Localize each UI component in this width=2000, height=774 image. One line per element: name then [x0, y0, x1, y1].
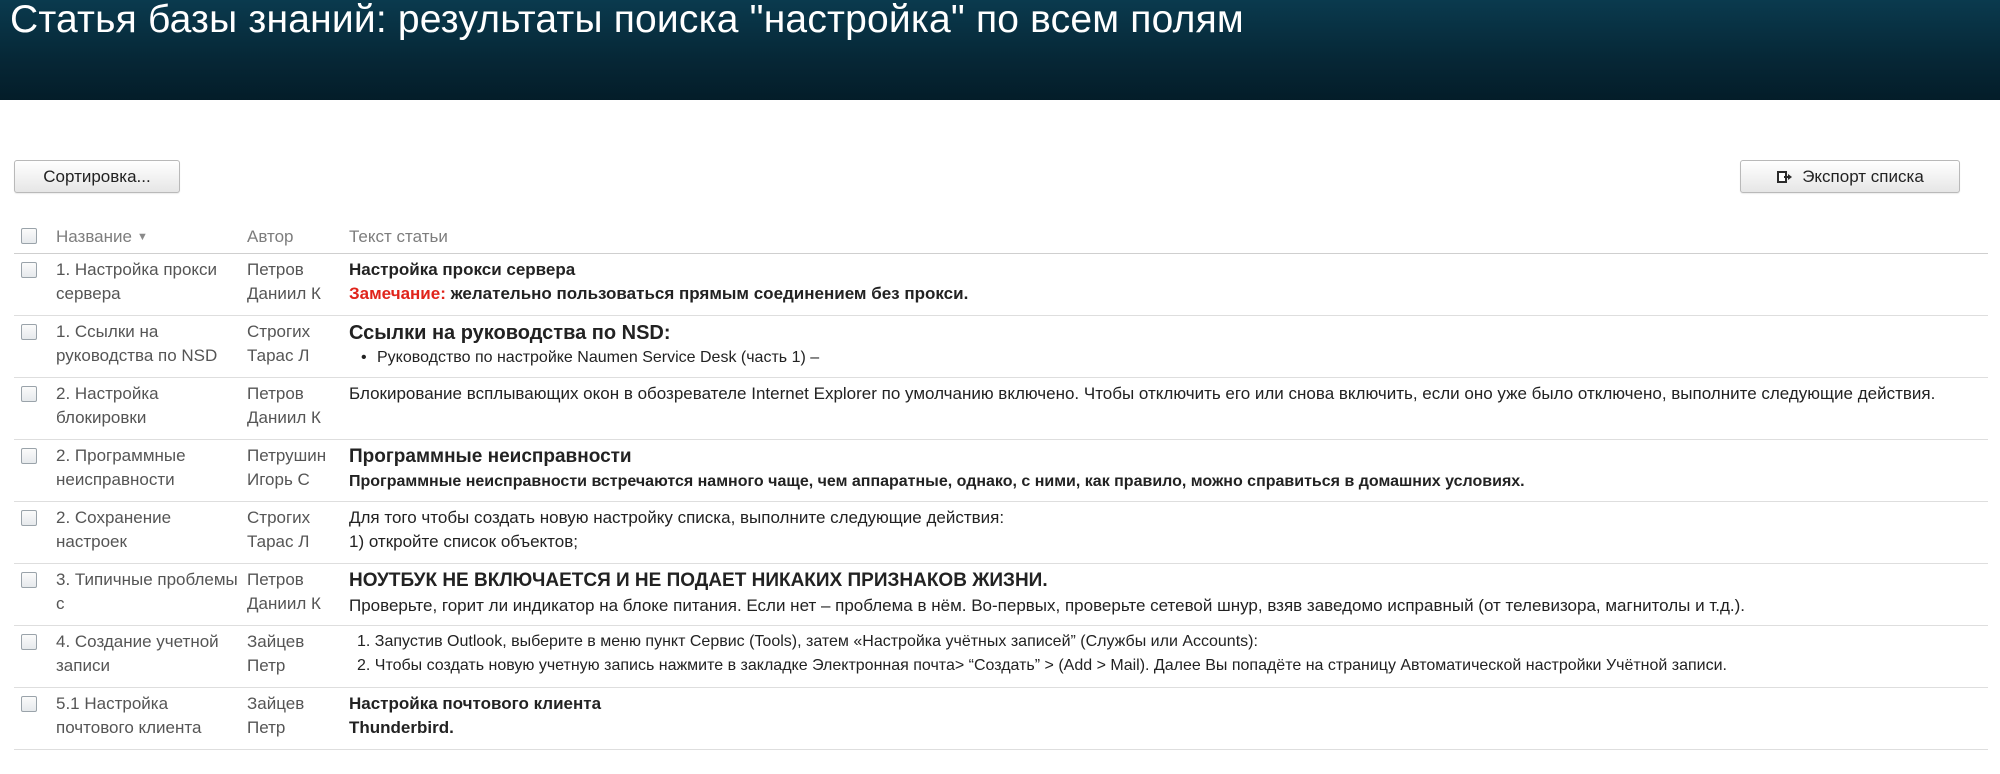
- column-header-author[interactable]: Автор: [247, 227, 294, 247]
- table-row[interactable]: 2. Программные неисправности Петрушин Иг…: [14, 440, 1988, 502]
- article-name-link[interactable]: 4. Создание учетной записи: [56, 630, 246, 678]
- article-name-link[interactable]: 1. Настройка прокси сервера: [56, 258, 246, 306]
- article-text-title: Ссылки на руководства по NSD:: [349, 322, 671, 344]
- article-text: Для того чтобы создать новую настройку с…: [349, 506, 1981, 554]
- table-row[interactable]: 1. Ссылки на руководства по NSD Строгих …: [14, 316, 1988, 378]
- row-checkbox[interactable]: [21, 572, 37, 588]
- note-text: желательно пользоваться прямым соединени…: [445, 284, 969, 303]
- table-row[interactable]: 2. Сохранение настроек Строгих Тарас Л Д…: [14, 502, 1988, 564]
- article-author: Строгих Тарас Л: [247, 508, 311, 551]
- article-author: Петров Даниил К: [247, 570, 321, 613]
- export-button-label: Экспорт списка: [1802, 166, 1924, 186]
- article-name-link[interactable]: 2. Программные неисправности: [56, 444, 246, 492]
- article-text: 1. Запустив Outlook, выберите в меню пун…: [349, 630, 1981, 678]
- row-checkbox[interactable]: [21, 386, 37, 402]
- article-text: Настройка прокси сервера Замечание: жела…: [349, 258, 1981, 306]
- table-row[interactable]: 1. Настройка прокси сервера Петров Дании…: [14, 254, 1988, 316]
- table-row[interactable]: 3. Типичные проблемы с Петров Даниил К Н…: [14, 564, 1988, 626]
- article-text-line: 1) откройте список объектов;: [349, 532, 578, 551]
- article-author: Петрушин Игорь С: [247, 446, 327, 489]
- article-name-link[interactable]: 1. Ссылки на руководства по NSD: [56, 320, 246, 368]
- table-row[interactable]: 2. Настройка блокировки Петров Даниил К …: [14, 378, 1988, 440]
- article-author: Строгих Тарас Л: [247, 322, 311, 365]
- article-author: Петров Даниил К: [247, 260, 321, 303]
- page-header: Статья базы знаний: результаты поиска "н…: [0, 0, 2000, 100]
- article-text-title: НОУТБУК НЕ ВКЛЮЧАЕТСЯ И НЕ ПОДАЕТ НИКАКИ…: [349, 570, 1048, 591]
- article-text-item: 1. Запустив Outlook, выберите в меню пун…: [357, 633, 1258, 650]
- article-author: Петров Даниил К: [247, 384, 321, 427]
- article-text-body: Программные неисправности встречаются на…: [349, 473, 1525, 490]
- sort-button-label: Сортировка...: [43, 166, 151, 186]
- article-text-title: Программные неисправности: [349, 446, 632, 467]
- article-text: Блокирование всплывающих окон в обозрева…: [349, 384, 1936, 403]
- note-label: Замечание:: [349, 284, 446, 303]
- column-header-name[interactable]: Название ▼: [56, 227, 148, 247]
- export-icon: [1776, 169, 1794, 185]
- article-name-link[interactable]: 2. Сохранение настроек: [56, 506, 246, 554]
- row-checkbox[interactable]: [21, 448, 37, 464]
- column-header-text[interactable]: Текст статьи: [349, 227, 448, 247]
- row-checkbox[interactable]: [21, 634, 37, 650]
- article-text-title: Настройка почтового клиента: [349, 694, 602, 713]
- table-header: Название ▼ Автор Текст статьи: [14, 219, 1988, 254]
- article-text-title: Настройка прокси сервера: [349, 260, 576, 279]
- row-checkbox[interactable]: [21, 696, 37, 712]
- article-text-body: Thunderbird.: [349, 718, 454, 737]
- select-all-checkbox[interactable]: [21, 228, 37, 244]
- table-row[interactable]: 5.1 Настройка почтового клиента Зайцев П…: [14, 688, 1988, 750]
- page-title: Статья базы знаний: результаты поиска "н…: [10, 0, 1244, 41]
- article-text: Ссылки на руководства по NSD: Руководств…: [349, 320, 1981, 370]
- row-checkbox[interactable]: [21, 324, 37, 340]
- article-name-link[interactable]: 2. Настройка блокировки: [56, 382, 246, 430]
- article-author: Зайцев Петр: [247, 694, 305, 737]
- article-text-note: Замечание: желательно пользоваться прямы…: [349, 282, 1981, 306]
- article-text: НОУТБУК НЕ ВКЛЮЧАЕТСЯ И НЕ ПОДАЕТ НИКАКИ…: [349, 568, 1981, 618]
- article-author: Зайцев Петр: [247, 632, 305, 675]
- row-checkbox[interactable]: [21, 262, 37, 278]
- article-text-item: 2. Чтобы создать новую учетную запись на…: [357, 657, 1727, 674]
- article-text: Настройка почтового клиента Thunderbird.: [349, 692, 1981, 740]
- article-text-line: Для того чтобы создать новую настройку с…: [349, 508, 1005, 527]
- article-text-bullet: Руководство по настройке Naumen Service …: [349, 346, 1981, 370]
- export-list-button[interactable]: Экспорт списка: [1740, 160, 1960, 193]
- article-text-body: Проверьте, горит ли индикатор на блоке п…: [349, 596, 1745, 615]
- article-name-link[interactable]: 5.1 Настройка почтового клиента: [56, 692, 246, 740]
- row-checkbox[interactable]: [21, 510, 37, 526]
- article-text: Программные неисправности Программные не…: [349, 444, 1981, 494]
- table-row[interactable]: 4. Создание учетной записи Зайцев Петр 1…: [14, 626, 1988, 688]
- sort-button[interactable]: Сортировка...: [14, 160, 180, 193]
- article-name-link[interactable]: 3. Типичные проблемы с: [56, 568, 246, 616]
- sort-desc-icon: ▼: [136, 231, 148, 243]
